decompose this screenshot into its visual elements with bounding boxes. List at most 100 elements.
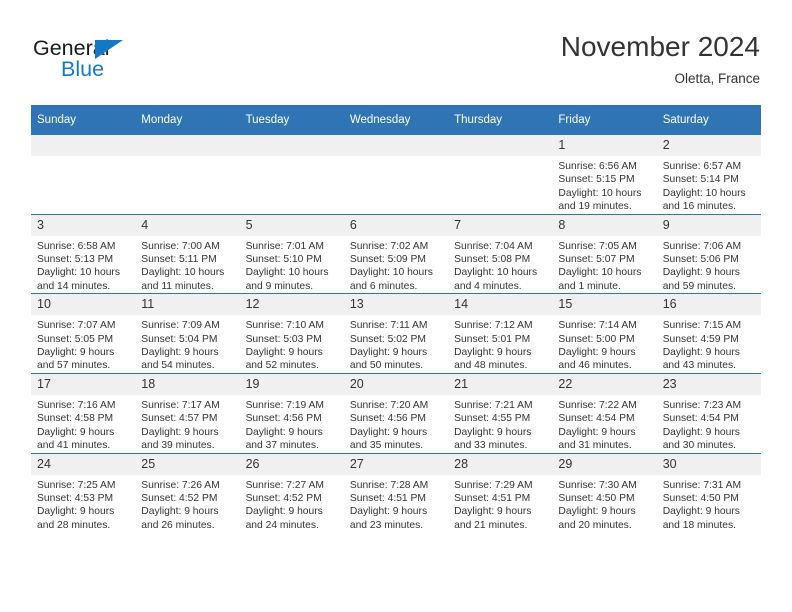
calendar-day-cell[interactable]: 27 Sunrise: 7:28 AM Sunset: 4:51 PM Dayligh…	[343, 452, 449, 533]
daylight-text-line2: and 20 minutes.	[558, 519, 632, 531]
daylight-text-line2: and 50 minutes.	[349, 360, 424, 372]
daylight-text-line1: Daylight: 9 hours	[245, 506, 323, 518]
calendar-day-cell[interactable]: 30 Sunrise: 7:31 AM Sunset: 4:50 PM Dayligh…	[656, 452, 761, 533]
sunrise-text: Sunrise: 7:01 AM	[245, 240, 324, 252]
sunrise-text: Sunrise: 7:29 AM	[454, 479, 533, 491]
daylight-text-line2: and 19 minutes.	[558, 201, 632, 213]
calendar-day-cell[interactable]: 8 Sunrise: 7:05 AM Sunset: 5:07 PM Daylight…	[552, 213, 657, 294]
day-details: Sunrise: 7:28 AM Sunset: 4:51 PM Daylight:…	[344, 475, 448, 533]
calendar-day-cell[interactable]: 22 Sunrise: 7:22 AM Sunset: 4:54 PM Dayligh…	[552, 372, 657, 453]
day-details: Sunrise: 7:16 AM Sunset: 4:58 PM Daylight:…	[31, 395, 135, 453]
day-number: 21	[448, 373, 553, 395]
calendar-day-cell[interactable]: 11 Sunrise: 7:09 AM Sunset: 5:04 PM Dayligh…	[135, 293, 240, 374]
calendar-day-cell[interactable]: 16 Sunrise: 7:15 AM Sunset: 4:59 PM Dayligh…	[656, 293, 761, 374]
day-number: 10	[31, 294, 136, 316]
day-number: 14	[448, 294, 553, 316]
daylight-text-line2: and 21 minutes.	[454, 519, 528, 531]
sunrise-text: Sunrise: 7:21 AM	[454, 399, 533, 411]
day-details: Sunrise: 7:31 AM Sunset: 4:50 PM Daylight:…	[657, 475, 761, 533]
daylight-text-line2: and 41 minutes.	[37, 440, 111, 452]
calendar-day-cell[interactable]: 21 Sunrise: 7:21 AM Sunset: 4:55 PM Dayligh…	[448, 372, 553, 453]
daylight-text-line1: Daylight: 9 hours	[662, 426, 740, 438]
calendar-day-cell[interactable]: 29 Sunrise: 7:30 AM Sunset: 4:50 PM Dayligh…	[552, 452, 657, 533]
calendar-day-cell[interactable]: 13 Sunrise: 7:11 AM Sunset: 5:02 PM Dayligh…	[343, 293, 449, 374]
calendar-day-cell[interactable]: 14 Sunrise: 7:12 AM Sunset: 5:01 PM Dayligh…	[448, 293, 553, 374]
day-number: 9	[656, 214, 761, 236]
calendar-day-cell[interactable]: 23 Sunrise: 7:23 AM Sunset: 4:54 PM Dayligh…	[656, 372, 761, 453]
day-details: Sunrise: 7:26 AM Sunset: 4:52 PM Daylight:…	[135, 475, 239, 533]
sunset-text: Sunset: 4:54 PM	[558, 413, 635, 425]
day-details: Sunrise: 7:04 AM Sunset: 5:08 PM Daylight:…	[448, 236, 552, 294]
sunset-text: Sunset: 5:08 PM	[454, 254, 531, 266]
day-details: Sunrise: 7:02 AM Sunset: 5:09 PM Daylight:…	[344, 236, 448, 294]
calendar-day-cell[interactable]: 2 Sunrise: 6:57 AM Sunset: 5:14 PM Daylight…	[656, 134, 761, 215]
sunrise-text: Sunrise: 7:12 AM	[454, 320, 533, 332]
calendar-day-cell[interactable]: 19 Sunrise: 7:19 AM Sunset: 4:56 PM Dayligh…	[239, 372, 344, 453]
calendar-day-cell[interactable]: 28 Sunrise: 7:29 AM Sunset: 4:51 PM Dayligh…	[448, 452, 553, 533]
calendar-table: Sunday Monday Tuesday Wednesday Thursday…	[31, 105, 761, 533]
day-details: Sunrise: 7:29 AM Sunset: 4:51 PM Daylight:…	[448, 475, 552, 533]
calendar-day-cell[interactable]: 10 Sunrise: 7:07 AM Sunset: 5:05 PM Dayligh…	[31, 293, 136, 374]
daylight-text-line2: and 1 minute.	[558, 280, 621, 292]
day-details: Sunrise: 7:17 AM Sunset: 4:57 PM Daylight:…	[135, 395, 239, 453]
calendar-day-cell[interactable]: 4 Sunrise: 7:00 AM Sunset: 5:11 PM Daylight…	[135, 213, 240, 294]
sunset-text: Sunset: 5:06 PM	[662, 254, 739, 266]
sunrise-text: Sunrise: 7:05 AM	[558, 240, 637, 252]
calendar-day-cell[interactable]: 18 Sunrise: 7:17 AM Sunset: 4:57 PM Dayligh…	[135, 372, 240, 453]
sunrise-text: Sunrise: 7:31 AM	[662, 479, 742, 491]
calendar-day-cell[interactable]: 5 Sunrise: 7:01 AM Sunset: 5:10 PM Daylight…	[239, 213, 344, 294]
sunrise-text: Sunrise: 7:09 AM	[141, 320, 220, 332]
day-details: Sunrise: 7:19 AM Sunset: 4:56 PM Daylight:…	[240, 395, 344, 453]
day-number: 18	[135, 373, 240, 395]
daylight-text-line2: and 9 minutes.	[245, 280, 314, 292]
day-number	[31, 135, 136, 156]
sunrise-text: Sunrise: 7:16 AM	[37, 399, 116, 411]
day-number	[343, 135, 449, 156]
day-number: 13	[343, 294, 449, 316]
daylight-text-line2: and 46 minutes.	[558, 360, 632, 372]
daylight-text-line1: Daylight: 9 hours	[349, 506, 428, 518]
calendar-day-cell[interactable]: 20 Sunrise: 7:20 AM Sunset: 4:56 PM Dayligh…	[343, 372, 449, 453]
daylight-text-line2: and 23 minutes.	[349, 519, 424, 531]
general-blue-logo[interactable]: General Blue	[33, 36, 173, 84]
day-number: 11	[135, 294, 240, 316]
weekday-header-sunday: Sunday	[31, 105, 136, 135]
day-details: Sunrise: 7:27 AM Sunset: 4:52 PM Daylight:…	[240, 475, 344, 533]
calendar-day-cell[interactable]: 9 Sunrise: 7:06 AM Sunset: 5:06 PM Daylight…	[656, 213, 761, 294]
day-number: 8	[552, 214, 657, 236]
day-number: 25	[135, 453, 240, 475]
daylight-text-line1: Daylight: 9 hours	[662, 267, 740, 279]
calendar-day-cell[interactable]: 1 Sunrise: 6:56 AM Sunset: 5:15 PM Daylight…	[552, 134, 657, 215]
daylight-text-line1: Daylight: 9 hours	[662, 506, 740, 518]
weekday-header-friday: Friday	[552, 105, 657, 135]
sunset-text: Sunset: 4:56 PM	[245, 413, 322, 425]
calendar-day-cell[interactable]: 15 Sunrise: 7:14 AM Sunset: 5:00 PM Dayligh…	[552, 293, 657, 374]
sunrise-text: Sunrise: 7:25 AM	[37, 479, 116, 491]
weekday-header-tuesday: Tuesday	[239, 105, 344, 135]
calendar-day-cell[interactable]: 6 Sunrise: 7:02 AM Sunset: 5:09 PM Daylight…	[343, 213, 449, 294]
calendar-day-cell[interactable]: 26 Sunrise: 7:27 AM Sunset: 4:52 PM Dayligh…	[239, 452, 344, 533]
calendar-day-cell[interactable]: 24 Sunrise: 7:25 AM Sunset: 4:53 PM Dayligh…	[31, 452, 136, 533]
calendar-cell-empty	[135, 134, 240, 215]
calendar-day-cell[interactable]: 12 Sunrise: 7:10 AM Sunset: 5:03 PM Dayligh…	[239, 293, 344, 374]
calendar-day-cell[interactable]: 25 Sunrise: 7:26 AM Sunset: 4:52 PM Dayligh…	[135, 452, 240, 533]
daylight-text-line2: and 6 minutes.	[349, 280, 418, 292]
calendar-cell-empty	[31, 134, 136, 215]
daylight-text-line2: and 59 minutes.	[662, 280, 736, 292]
sunrise-text: Sunrise: 7:02 AM	[349, 240, 429, 252]
calendar-day-cell[interactable]: 7 Sunrise: 7:04 AM Sunset: 5:08 PM Daylight…	[448, 213, 553, 294]
calendar-cell-empty	[239, 134, 344, 215]
calendar-body: 1 Sunrise: 6:56 AM Sunset: 5:15 PM Daylight…	[31, 134, 761, 533]
daylight-text-line1: Daylight: 9 hours	[141, 506, 219, 518]
daylight-text-line1: Daylight: 10 hours	[37, 267, 120, 279]
day-details: Sunrise: 7:09 AM Sunset: 5:04 PM Daylight:…	[135, 315, 239, 373]
daylight-text-line2: and 28 minutes.	[37, 519, 111, 531]
calendar-day-cell[interactable]: 3 Sunrise: 6:58 AM Sunset: 5:13 PM Daylight…	[31, 213, 136, 294]
sunrise-text: Sunrise: 7:23 AM	[662, 399, 742, 411]
page-header: General Blue November 2024 Oletta, Franc…	[0, 0, 792, 100]
calendar-day-cell[interactable]: 17 Sunrise: 7:16 AM Sunset: 4:58 PM Dayligh…	[31, 372, 136, 453]
day-details: Sunrise: 7:15 AM Sunset: 4:59 PM Daylight:…	[657, 315, 761, 373]
sunrise-text: Sunrise: 7:27 AM	[245, 479, 324, 491]
daylight-text-line1: Daylight: 9 hours	[454, 506, 532, 518]
sunset-text: Sunset: 5:07 PM	[558, 254, 635, 266]
